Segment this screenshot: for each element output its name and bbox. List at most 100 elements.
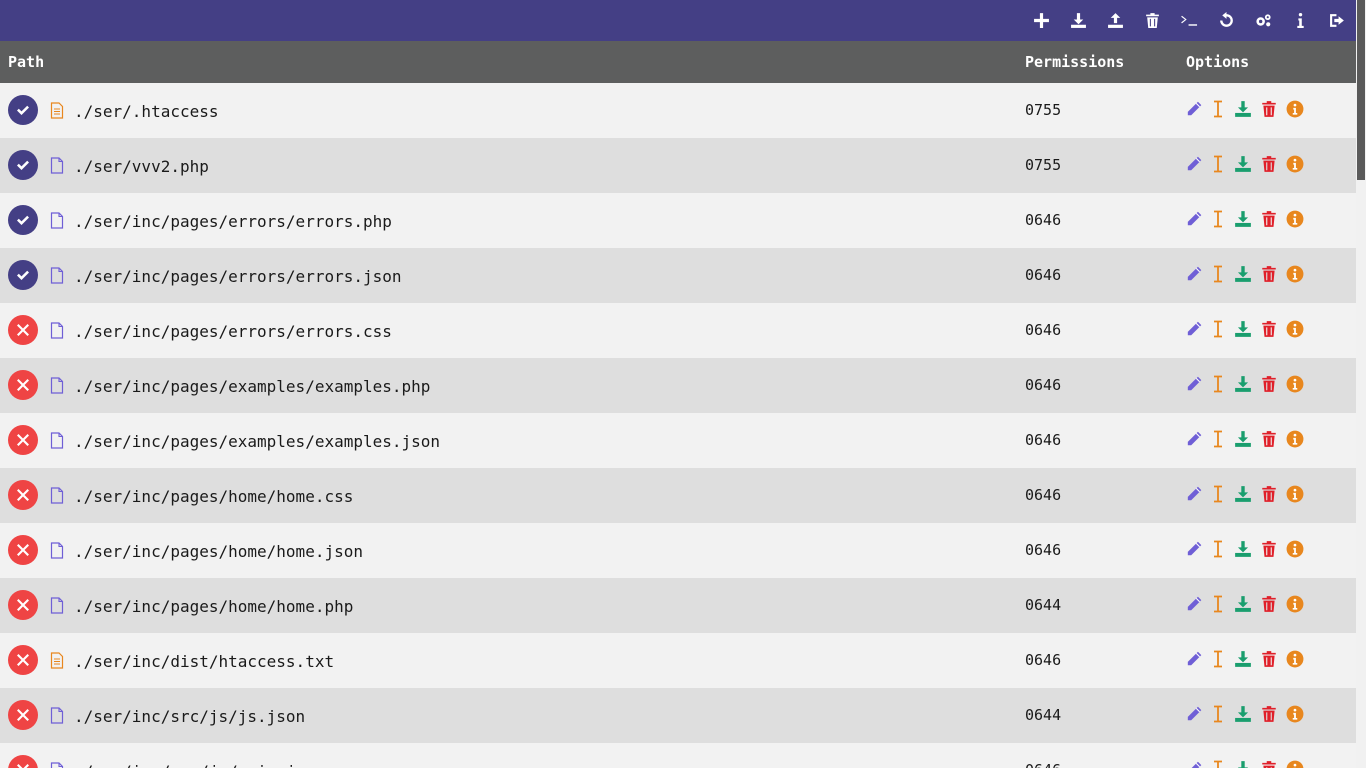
- download-button[interactable]: [1233, 209, 1253, 229]
- download-button[interactable]: [1233, 264, 1253, 284]
- rename-button[interactable]: [1208, 154, 1228, 174]
- file-info-button[interactable]: [1285, 154, 1305, 174]
- file-permissions[interactable]: 0646: [1025, 376, 1061, 394]
- rename-button[interactable]: [1208, 594, 1228, 614]
- rename-button[interactable]: [1208, 704, 1228, 724]
- file-info-button[interactable]: [1285, 374, 1305, 394]
- edit-button[interactable]: [1184, 539, 1204, 559]
- table-row[interactable]: ./ser/inc/pages/errors/errors.json 0646: [0, 248, 1356, 303]
- file-permissions[interactable]: 0646: [1025, 266, 1061, 284]
- file-permissions[interactable]: 0646: [1025, 431, 1061, 449]
- status-ok-badge[interactable]: [8, 95, 38, 125]
- rename-button[interactable]: [1208, 99, 1228, 119]
- delete-button[interactable]: [1259, 209, 1279, 229]
- refresh-button[interactable]: [1215, 9, 1237, 31]
- table-row[interactable]: ./ser/inc/pages/examples/examples.php 064…: [0, 358, 1356, 413]
- scrollbar-thumb[interactable]: [1357, 0, 1365, 180]
- table-row[interactable]: ./ser/inc/pages/examples/examples.json 06…: [0, 413, 1356, 468]
- file-info-button[interactable]: [1285, 264, 1305, 284]
- edit-button[interactable]: [1184, 319, 1204, 339]
- rename-button[interactable]: [1208, 484, 1228, 504]
- delete-button[interactable]: [1259, 484, 1279, 504]
- file-path[interactable]: ./ser/inc/pages/errors/errors.json: [74, 267, 402, 286]
- table-row[interactable]: ./ser/.htaccess 0755: [0, 83, 1356, 138]
- file-info-button[interactable]: [1285, 539, 1305, 559]
- rename-button[interactable]: [1208, 209, 1228, 229]
- file-permissions[interactable]: 0644: [1025, 706, 1061, 724]
- download-button[interactable]: [1233, 594, 1253, 614]
- download-button[interactable]: [1233, 759, 1253, 768]
- edit-button[interactable]: [1184, 429, 1204, 449]
- table-row[interactable]: ./ser/inc/pages/errors/errors.php 0646: [0, 193, 1356, 248]
- table-row[interactable]: ./ser/inc/dist/htaccess.txt 0646: [0, 633, 1356, 688]
- file-permissions[interactable]: 0646: [1025, 541, 1061, 559]
- download-all-button[interactable]: [1067, 9, 1089, 31]
- edit-button[interactable]: [1184, 99, 1204, 119]
- table-row[interactable]: ./ser/vvv2.php 0755: [0, 138, 1356, 193]
- status-error-badge[interactable]: [8, 755, 38, 768]
- rename-button[interactable]: [1208, 374, 1228, 394]
- file-path[interactable]: ./ser/inc/pages/errors/errors.css: [74, 322, 392, 341]
- about-button[interactable]: [1289, 9, 1311, 31]
- status-error-badge[interactable]: [8, 590, 38, 620]
- delete-button[interactable]: [1259, 264, 1279, 284]
- file-path[interactable]: ./ser/inc/dist/htaccess.txt: [74, 652, 334, 671]
- status-error-badge[interactable]: [8, 425, 38, 455]
- file-info-button[interactable]: [1285, 319, 1305, 339]
- file-info-button[interactable]: [1285, 99, 1305, 119]
- table-row[interactable]: ./ser/inc/pages/errors/errors.css 0646: [0, 303, 1356, 358]
- edit-button[interactable]: [1184, 209, 1204, 229]
- file-permissions[interactable]: 0646: [1025, 486, 1061, 504]
- download-button[interactable]: [1233, 429, 1253, 449]
- file-info-button[interactable]: [1285, 704, 1305, 724]
- delete-button[interactable]: [1259, 704, 1279, 724]
- terminal-button[interactable]: [1178, 9, 1200, 31]
- edit-button[interactable]: [1184, 374, 1204, 394]
- rename-button[interactable]: [1208, 759, 1228, 768]
- file-permissions[interactable]: 0755: [1025, 156, 1061, 174]
- file-permissions[interactable]: 0755: [1025, 101, 1061, 119]
- edit-button[interactable]: [1184, 154, 1204, 174]
- file-info-button[interactable]: [1285, 759, 1305, 768]
- file-path[interactable]: ./ser/inc/pages/examples/examples.json: [74, 432, 440, 451]
- file-info-button[interactable]: [1285, 594, 1305, 614]
- delete-button[interactable]: [1259, 649, 1279, 669]
- status-error-badge[interactable]: [8, 370, 38, 400]
- file-info-button[interactable]: [1285, 649, 1305, 669]
- file-path[interactable]: ./ser/inc/pages/home/home.php: [74, 597, 353, 616]
- permissions-column-header[interactable]: Permissions: [1025, 53, 1124, 71]
- file-permissions[interactable]: 0644: [1025, 596, 1061, 614]
- edit-button[interactable]: [1184, 484, 1204, 504]
- delete-selected-button[interactable]: [1141, 9, 1163, 31]
- delete-button[interactable]: [1259, 374, 1279, 394]
- rename-button[interactable]: [1208, 264, 1228, 284]
- table-row[interactable]: ./ser/inc/src/js/main.js 0646: [0, 743, 1356, 768]
- file-path[interactable]: ./ser/inc/pages/home/home.css: [74, 487, 353, 506]
- new-file-button[interactable]: [1030, 9, 1052, 31]
- delete-button[interactable]: [1259, 429, 1279, 449]
- download-button[interactable]: [1233, 374, 1253, 394]
- status-ok-badge[interactable]: [8, 205, 38, 235]
- file-path[interactable]: ./ser/.htaccess: [74, 102, 219, 121]
- status-ok-badge[interactable]: [8, 260, 38, 290]
- edit-button[interactable]: [1184, 649, 1204, 669]
- file-path[interactable]: ./ser/inc/src/js/main.js: [74, 762, 305, 768]
- file-info-button[interactable]: [1285, 429, 1305, 449]
- delete-button[interactable]: [1259, 154, 1279, 174]
- file-path[interactable]: ./ser/inc/pages/errors/errors.php: [74, 212, 392, 231]
- path-column-header[interactable]: Path: [8, 53, 44, 71]
- file-path[interactable]: ./ser/vvv2.php: [74, 157, 209, 176]
- status-ok-badge[interactable]: [8, 150, 38, 180]
- file-permissions[interactable]: 0646: [1025, 211, 1061, 229]
- edit-button[interactable]: [1184, 264, 1204, 284]
- table-row[interactable]: ./ser/inc/pages/home/home.json 0646: [0, 523, 1356, 578]
- logout-button[interactable]: [1326, 9, 1348, 31]
- file-permissions[interactable]: 0646: [1025, 321, 1061, 339]
- download-button[interactable]: [1233, 319, 1253, 339]
- rename-button[interactable]: [1208, 649, 1228, 669]
- delete-button[interactable]: [1259, 594, 1279, 614]
- file-path[interactable]: ./ser/inc/pages/examples/examples.php: [74, 377, 430, 396]
- table-row[interactable]: ./ser/inc/pages/home/home.css 0646: [0, 468, 1356, 523]
- download-button[interactable]: [1233, 154, 1253, 174]
- file-path[interactable]: ./ser/inc/src/js/js.json: [74, 707, 305, 726]
